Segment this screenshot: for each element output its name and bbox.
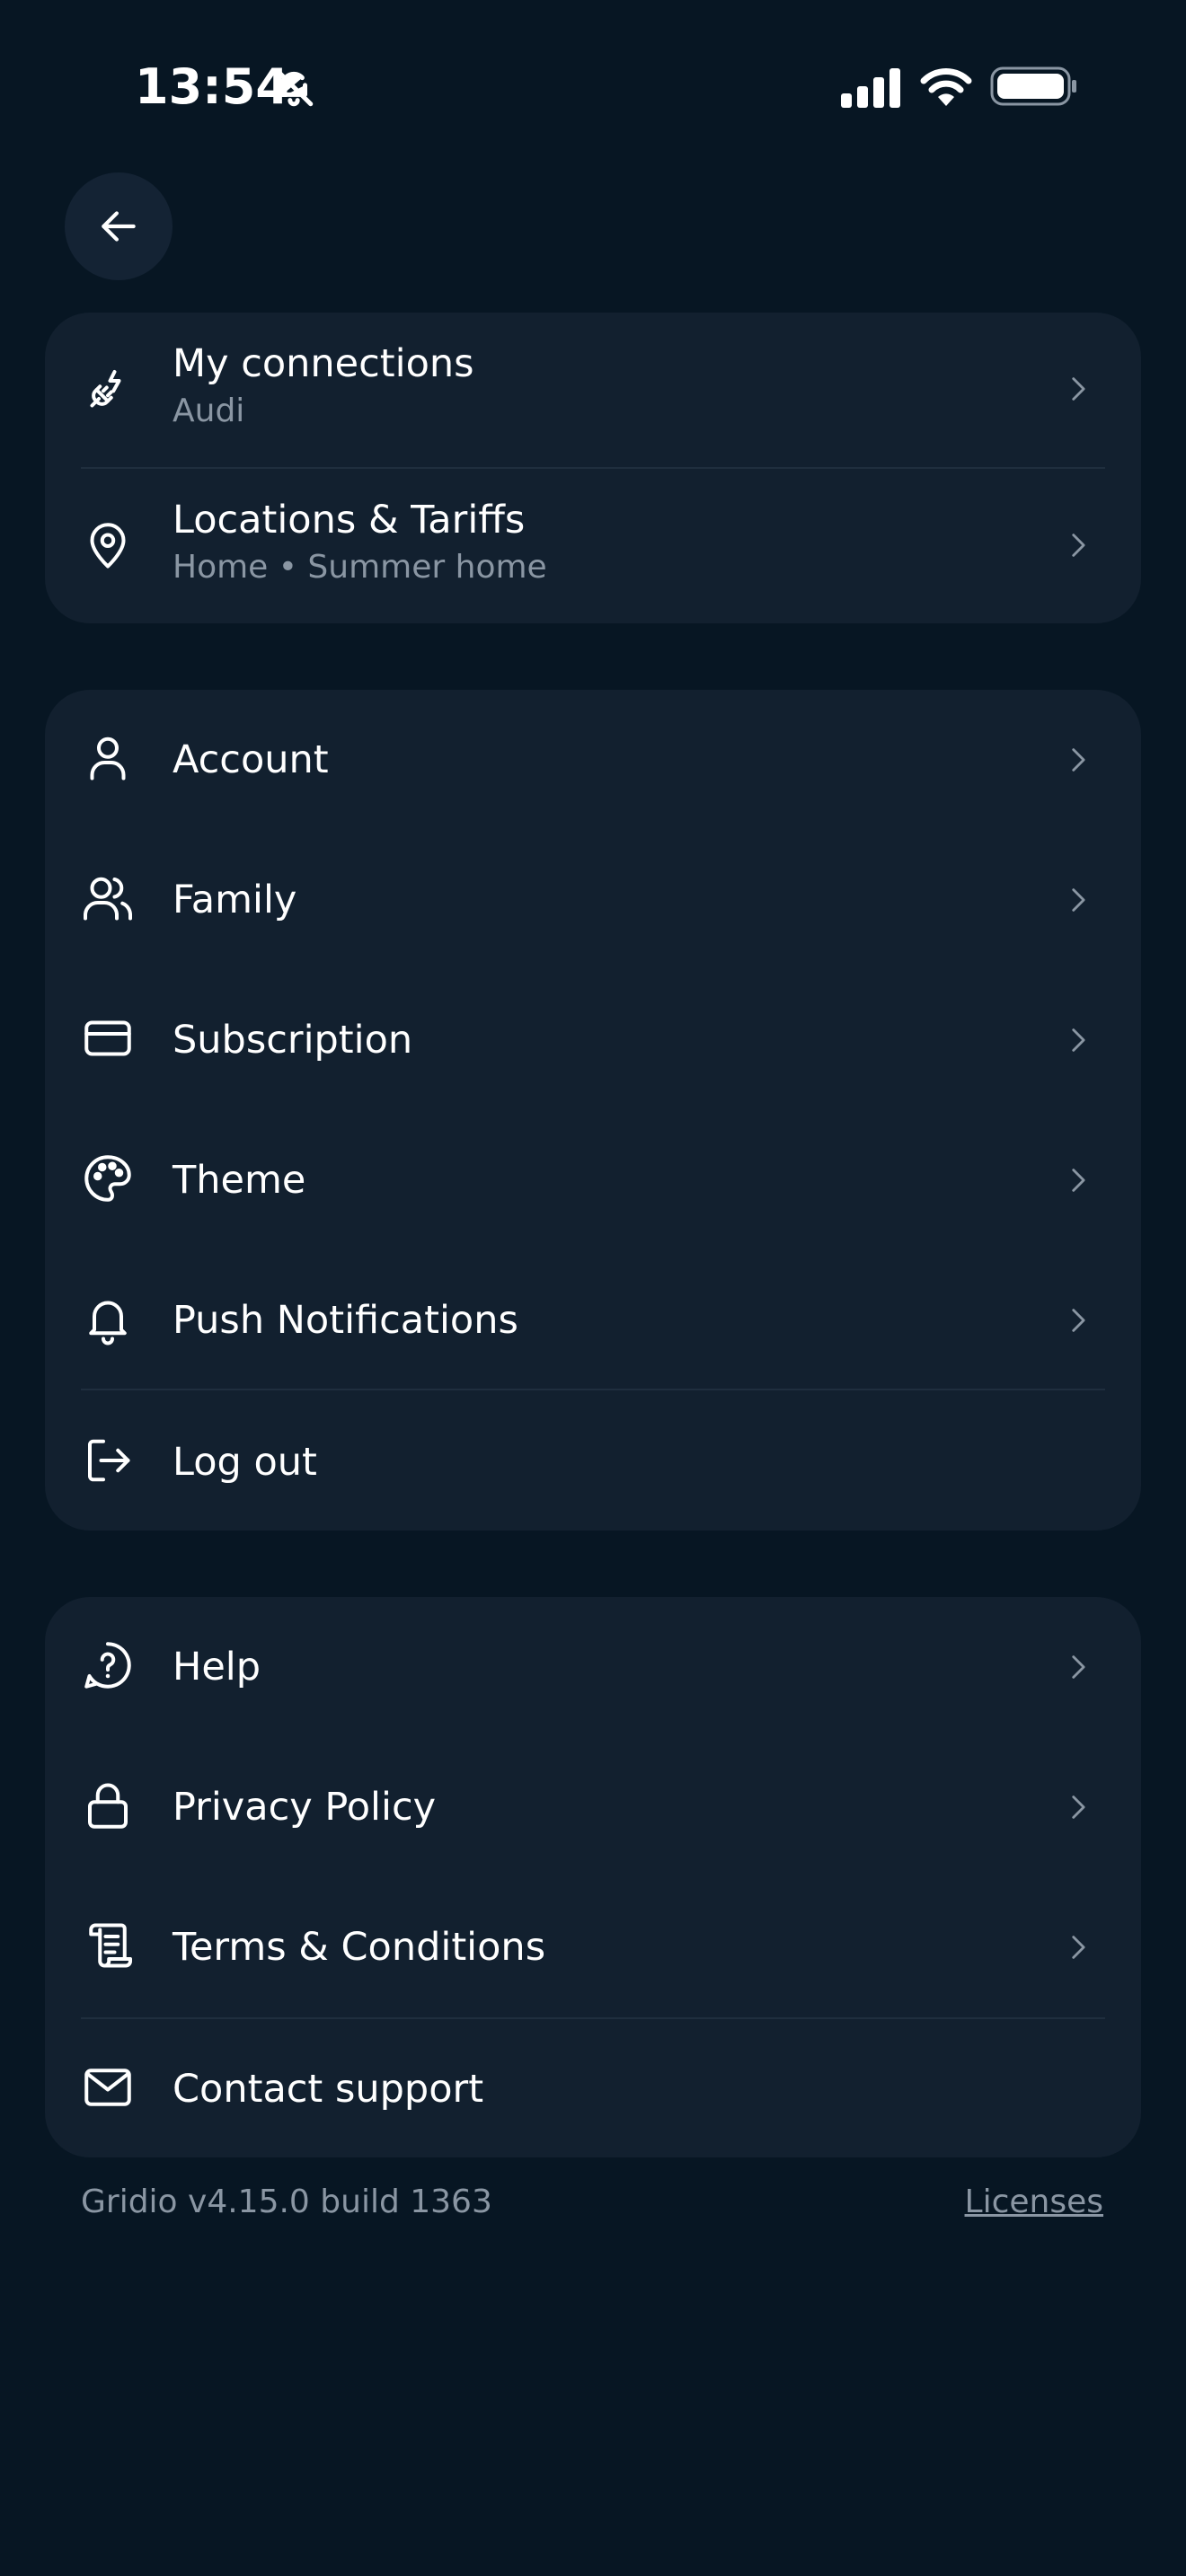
credit-card-icon [81, 1011, 135, 1065]
arrow-left-icon [102, 211, 136, 242]
bell-muted-icon [271, 65, 316, 110]
account-row[interactable]: Account [45, 690, 1141, 830]
account-card: Account Family Subscription Theme Push N… [45, 690, 1141, 1531]
chevron-right-icon [1062, 1792, 1093, 1822]
theme-row[interactable]: Theme [45, 1110, 1141, 1250]
push-notifications-row[interactable]: Push Notifications [45, 1250, 1141, 1390]
users-icon [81, 871, 135, 925]
my-connections-label: My connections [173, 341, 474, 386]
my-connections-row[interactable]: My connections Audi [45, 313, 1141, 467]
status-time: 13:54 [135, 58, 289, 115]
help-label: Help [173, 1645, 261, 1689]
cellular-signal-icon [839, 66, 902, 108]
licenses-link[interactable]: Licenses [965, 2181, 1103, 2224]
locations-tariffs-value: Home • Summer home [173, 549, 547, 586]
log-out-icon [81, 1434, 135, 1487]
my-connections-value: Audi [173, 393, 245, 429]
mail-icon [81, 2060, 135, 2114]
app-version: Gridio v4.15.0 build 1363 [81, 2183, 492, 2220]
chevron-right-icon [1062, 1305, 1093, 1336]
privacy-policy-label: Privacy Policy [173, 1785, 437, 1830]
family-label: Family [173, 878, 297, 922]
help-row[interactable]: Help [45, 1597, 1141, 1737]
contact-support-label: Contact support [173, 2067, 484, 2112]
locations-tariffs-label: Locations & Tariffs [173, 498, 526, 543]
scroll-icon [81, 1919, 135, 1972]
family-row[interactable]: Family [45, 830, 1141, 970]
user-icon [81, 731, 135, 785]
chevron-right-icon [1062, 374, 1093, 404]
status-bar: 13:54 [0, 0, 1186, 171]
chevron-right-icon [1062, 745, 1093, 775]
account-label: Account [173, 737, 329, 782]
chevron-right-icon [1062, 1165, 1093, 1195]
wifi-icon [918, 65, 974, 108]
chevron-right-icon [1062, 1652, 1093, 1682]
chevron-right-icon [1062, 1932, 1093, 1963]
privacy-policy-row[interactable]: Privacy Policy [45, 1737, 1141, 1877]
push-notifications-label: Push Notifications [173, 1298, 518, 1343]
chevron-right-icon [1062, 1025, 1093, 1055]
back-button[interactable] [65, 172, 173, 280]
log-out-row[interactable]: Log out [45, 1390, 1141, 1531]
plug-icon [81, 363, 135, 417]
chevron-right-icon [1062, 530, 1093, 560]
contact-support-row[interactable]: Contact support [45, 2019, 1141, 2157]
terms-conditions-label: Terms & Conditions [173, 1925, 546, 1970]
lock-icon [81, 1778, 135, 1832]
map-pin-icon [81, 519, 135, 573]
subscription-label: Subscription [173, 1018, 413, 1063]
palette-icon [81, 1151, 135, 1205]
theme-label: Theme [173, 1158, 306, 1203]
bell-icon [81, 1292, 135, 1345]
locations-tariffs-row[interactable]: Locations & Tariffs Home • Summer home [45, 469, 1141, 623]
help-circle-icon [81, 1638, 135, 1692]
support-card: Help Privacy Policy Terms & Conditions C… [45, 1597, 1141, 2157]
subscription-row[interactable]: Subscription [45, 970, 1141, 1110]
connections-card: My connections Audi Locations & Tariffs … [45, 313, 1141, 623]
terms-conditions-row[interactable]: Terms & Conditions [45, 1877, 1141, 2017]
log-out-label: Log out [173, 1440, 317, 1485]
battery-icon [990, 65, 1078, 108]
chevron-right-icon [1062, 885, 1093, 915]
